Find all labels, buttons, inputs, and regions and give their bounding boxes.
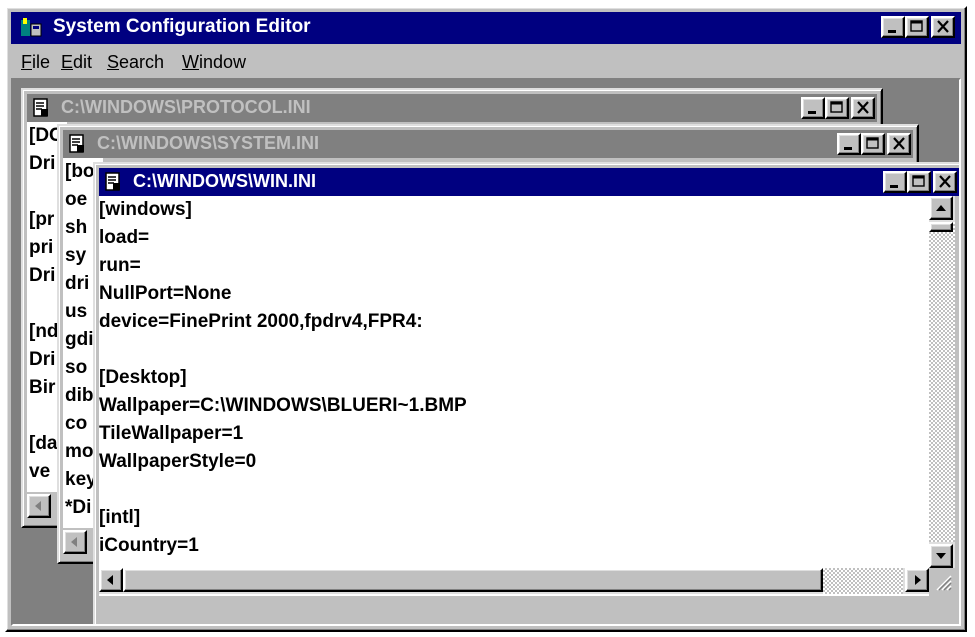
maximize-icon [910,20,923,32]
text-line: [windows] [99,199,192,220]
protocol-close-button[interactable] [851,97,875,119]
app-close-button[interactable] [931,16,955,38]
scroll-track-horizontal[interactable] [823,568,903,594]
app-title: System Configuration Editor [53,16,311,37]
close-icon [939,175,951,188]
menu-search[interactable]: Search [107,52,164,73]
app-minimize-button[interactable] [881,16,905,38]
win-ini-title: C:\WINDOWS\WIN.INI [133,171,316,191]
text-line: NullPort=None [99,283,232,304]
system-close-button[interactable] [887,133,911,155]
arrow-left-icon [71,537,77,547]
protocol-ini-title-bar[interactable]: C:\WINDOWS\PROTOCOL.INI [27,94,877,122]
win-close-button[interactable] [933,171,957,193]
document-icon [33,98,48,117]
text-line: iCountry=1 [99,535,199,556]
text-line [99,476,929,504]
maximize-icon [830,101,843,113]
scroll-track[interactable] [929,222,955,542]
close-icon [937,20,949,33]
menu-window[interactable]: Window [182,52,246,73]
scroll-right-button[interactable] [905,568,929,592]
scroll-up-button[interactable] [929,196,953,220]
system-ini-title: C:\WINDOWS\SYSTEM.INI [97,133,319,153]
win-ini-window[interactable]: C:\WINDOWS\WIN.INI [windows] load= run= … [93,162,959,624]
resize-grip[interactable] [929,568,953,592]
resize-grip-icon [936,575,952,591]
win-minimize-button[interactable] [883,171,907,193]
protocol-maximize-button[interactable] [825,97,849,119]
arrow-left-icon [107,575,113,585]
text-line: [intl] [99,507,141,528]
close-icon [893,137,905,150]
menu-bar: File Edit Search Window [11,46,961,78]
arrow-left-icon [35,501,41,511]
menu-file[interactable]: File [21,52,50,73]
win-ini-horizontal-scrollbar[interactable] [99,568,929,594]
win-ini-controls [883,171,957,193]
maximize-icon [912,175,925,187]
text-line: device=FinePrint 2000,fpdrv4,FPR4: [99,311,423,332]
app-title-bar[interactable]: System Configuration Editor [11,12,961,44]
win-maximize-button[interactable] [907,171,931,193]
minimize-icon [888,30,896,33]
system-ini-title-bar[interactable]: C:\WINDOWS\SYSTEM.INI [63,130,913,158]
protocol-ini-title: C:\WINDOWS\PROTOCOL.INI [61,97,311,117]
text-line [99,336,929,364]
text-line: load= [99,227,150,248]
text-line: Wallpaper=C:\WINDOWS\BLUERI~1.BMP [99,395,467,416]
arrow-down-icon [936,553,946,559]
close-icon [857,101,869,114]
protocol-scroll-left-button[interactable] [27,494,51,518]
arrow-right-icon [915,575,921,585]
system-scroll-left-button[interactable] [63,530,87,554]
win-ini-vertical-scrollbar[interactable] [929,196,955,568]
arrow-up-icon [936,205,946,211]
maximize-icon [866,137,879,149]
mdi-workspace: C:\WINDOWS\PROTOCOL.INI [DC Dri [pr pri … [11,78,961,626]
document-icon [105,172,120,191]
system-minimize-button[interactable] [837,133,861,155]
protocol-minimize-button[interactable] [801,97,825,119]
system-ini-controls [837,133,911,155]
minimize-icon [808,111,816,114]
document-icon [69,134,84,153]
minimize-icon [890,185,898,188]
scroll-left-button[interactable] [99,568,123,592]
scroll-thumb[interactable] [929,222,953,232]
protocol-ini-controls [801,97,875,119]
text-line: run= [99,255,141,276]
text-line: WallpaperStyle=0 [99,451,257,472]
text-line: [Desktop] [99,367,187,388]
app-window-controls [881,16,955,38]
win-ini-title-bar[interactable]: C:\WINDOWS\WIN.INI [99,168,959,196]
win-ini-text[interactable]: [windows] load= run= NullPort=None devic… [99,196,929,596]
app-window: System Configuration Editor File Edit Se… [5,6,967,632]
app-maximize-button[interactable] [905,16,929,38]
app-icon[interactable] [19,16,43,40]
text-line: TileWallpaper=1 [99,423,244,444]
minimize-icon [844,147,852,150]
system-maximize-button[interactable] [861,133,885,155]
menu-edit[interactable]: Edit [61,52,92,73]
scroll-thumb-horizontal[interactable] [123,568,823,592]
scroll-down-button[interactable] [929,544,953,568]
